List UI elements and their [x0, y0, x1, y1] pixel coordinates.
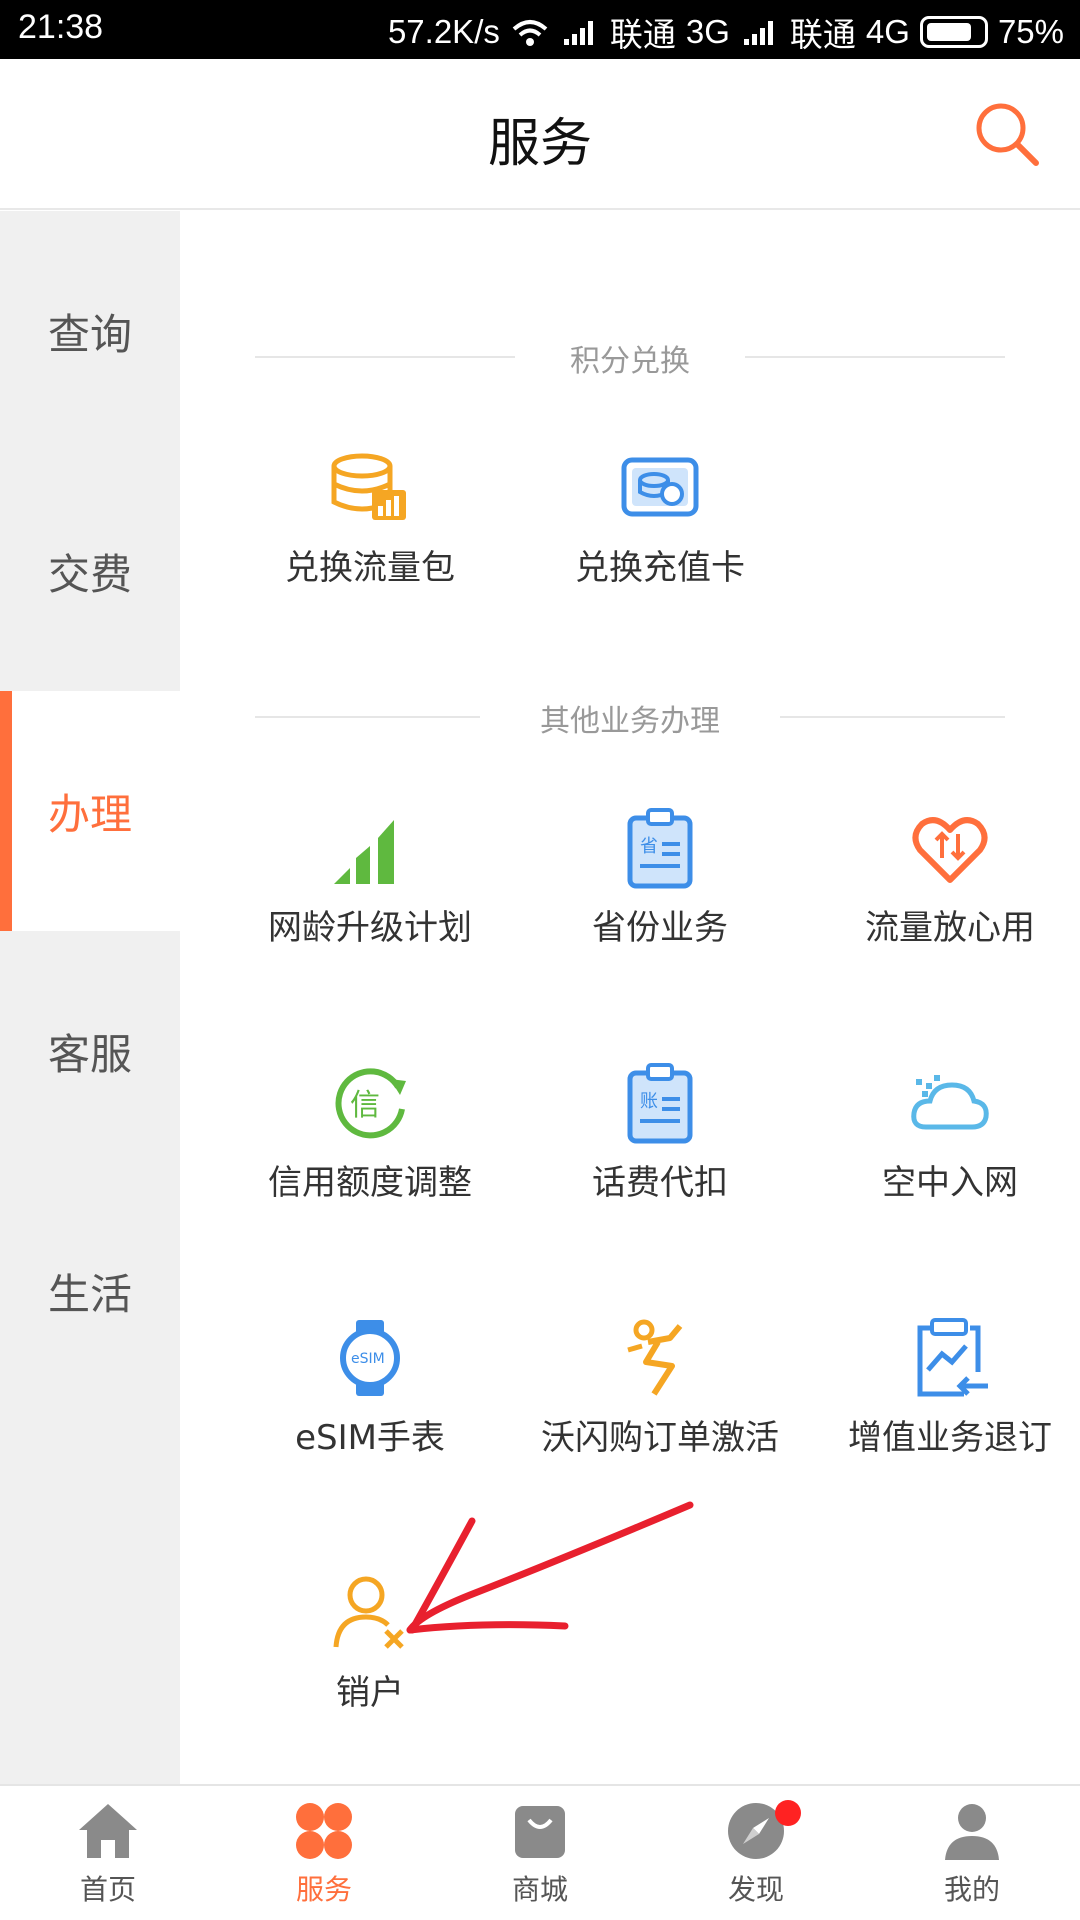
credit-refresh-icon: 信	[335, 1068, 406, 1139]
tile-label: 话费代扣	[592, 1163, 728, 1203]
tile-label: 网龄升级计划	[268, 908, 472, 948]
nav-mall[interactable]: 商城	[432, 1800, 648, 1908]
nav-discover[interactable]: 发现	[648, 1800, 864, 1908]
signal-icon-2	[743, 21, 773, 45]
tile-label: 兑换流量包	[285, 548, 455, 588]
recharge-card-icon	[621, 457, 699, 517]
nav-label: 我的	[943, 1873, 1000, 1906]
service-tile-flash-order[interactable]: 沃闪购订单激活	[515, 1316, 805, 1466]
section-title-points: 积分兑换	[255, 336, 1005, 379]
network-speed: 57.2K/s	[387, 13, 500, 50]
sidebar-item-life[interactable]: 生活	[0, 1171, 180, 1411]
tile-label: 沃闪购订单激活	[541, 1418, 779, 1458]
signal-icon-1	[563, 21, 593, 45]
sidebar-item-label: 生活	[47, 1269, 132, 1319]
nav-profile[interactable]: 我的	[864, 1800, 1080, 1908]
service-tile-province[interactable]: 省 省份业务	[515, 806, 805, 956]
tile-label: 增值业务退订	[848, 1418, 1052, 1458]
network-type-1: 3G	[685, 13, 730, 50]
nav-label: 商城	[511, 1873, 568, 1906]
nav-home[interactable]: 首页	[0, 1800, 216, 1908]
home-icon	[79, 1804, 137, 1858]
tile-label: 省份业务	[592, 908, 728, 948]
bill-clipboard-icon: 账	[627, 1063, 693, 1144]
battery-icon	[919, 16, 988, 48]
province-clipboard-icon: 省	[627, 808, 693, 889]
notification-badge	[775, 1800, 801, 1826]
service-tile-close-account[interactable]: 销户	[225, 1571, 515, 1721]
service-tile-credit[interactable]: 信 信用额度调整	[225, 1061, 515, 1211]
smartwatch-icon: eSIM	[340, 1320, 400, 1396]
wifi-icon	[512, 20, 548, 46]
category-sidebar: 查询 交费 办理 客服 生活	[0, 211, 180, 1784]
user-remove-icon	[333, 1576, 404, 1649]
tile-label: 空中入网	[882, 1163, 1018, 1203]
svg-text:eSIM: eSIM	[351, 1351, 385, 1367]
svg-text:信: 信	[350, 1088, 380, 1123]
service-tile-network-age[interactable]: 网龄升级计划	[225, 806, 515, 956]
sidebar-item-label: 客服	[47, 1029, 132, 1079]
page-header: 服务	[0, 59, 1080, 210]
tile-label: 信用额度调整	[268, 1163, 472, 1203]
service-tile-data-assurance[interactable]: 流量放心用	[805, 806, 1080, 956]
status-indicators: 57.2K/s 联通 3G 联通 4G 75%	[388, 8, 1064, 56]
tile-label: eSIM手表	[295, 1418, 445, 1458]
nav-label: 首页	[79, 1873, 136, 1906]
carrier-2: 联通	[789, 16, 856, 53]
profile-icon	[945, 1804, 999, 1860]
status-time: 21:38	[18, 8, 104, 46]
heart-transfer-icon	[912, 817, 988, 883]
network-type-2: 4G	[865, 13, 910, 50]
service-tile-exchange-card[interactable]: 兑换充值卡	[515, 446, 805, 596]
section-title-other: 其他业务办理	[255, 696, 1005, 739]
search-icon[interactable]	[974, 101, 1040, 167]
signal-bars-icon	[334, 820, 394, 884]
shopping-bag-icon	[515, 1806, 565, 1858]
service-tile-ota-activation[interactable]: 空中入网	[805, 1061, 1080, 1211]
lightning-runner-icon	[627, 1319, 683, 1396]
service-tile-exchange-data[interactable]: 兑换流量包	[225, 446, 515, 596]
clover-icon	[296, 1803, 352, 1859]
nav-label: 发现	[727, 1873, 784, 1906]
sidebar-item-payment[interactable]: 交费	[0, 451, 180, 691]
tile-label: 销户	[336, 1673, 404, 1713]
unsubscribe-clipboard-icon	[917, 1318, 988, 1397]
sidebar-item-service[interactable]: 客服	[0, 931, 180, 1171]
tile-label: 流量放心用	[865, 908, 1035, 948]
status-bar: 21:38 57.2K/s 联通 3G 联通 4G 75%	[0, 0, 1080, 59]
svg-text:账: 账	[640, 1091, 658, 1112]
service-tile-auto-debit[interactable]: 账 话费代扣	[515, 1061, 805, 1211]
nav-services[interactable]: 服务	[216, 1800, 432, 1908]
database-chart-icon	[331, 453, 406, 520]
service-content: 积分兑换 兑换流量包 兑换充值卡 其他业务办理 网龄升级计划 省 省份业务 流量…	[180, 211, 1080, 1784]
cloud-icon	[911, 1075, 989, 1130]
tile-label: 兑换充值卡	[575, 548, 745, 588]
battery-percent: 75%	[997, 13, 1064, 50]
sidebar-item-handle[interactable]: 办理	[0, 691, 180, 931]
sidebar-item-query[interactable]: 查询	[0, 211, 180, 451]
svg-text:省: 省	[640, 836, 658, 857]
bottom-navigation: 首页 服务 商城 发现 我的	[0, 1784, 1080, 1920]
carrier-1: 联通	[609, 16, 676, 53]
page-title: 服务	[487, 114, 592, 174]
service-tile-esim-watch[interactable]: eSIM eSIM手表	[225, 1316, 515, 1466]
nav-label: 服务	[295, 1873, 352, 1906]
service-tile-vas-unsubscribe[interactable]: 增值业务退订	[805, 1316, 1080, 1466]
sidebar-item-label: 查询	[47, 309, 132, 359]
sidebar-item-label: 交费	[47, 549, 132, 599]
sidebar-item-label: 办理	[47, 789, 132, 839]
